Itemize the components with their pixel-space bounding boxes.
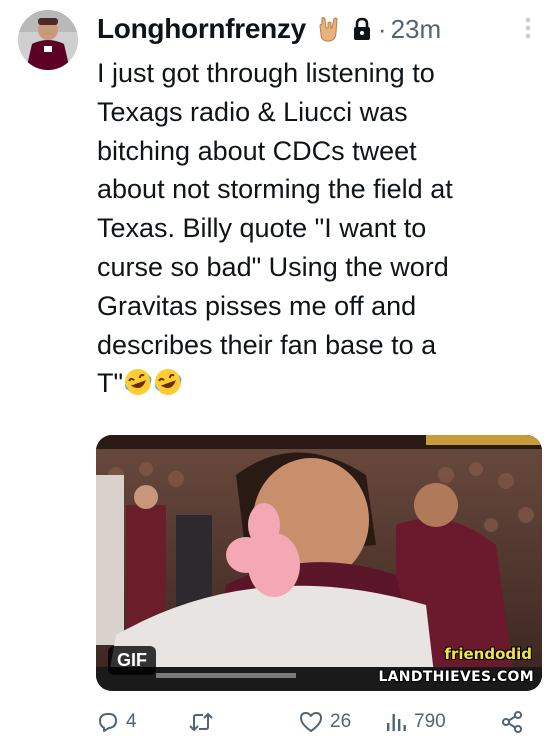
reply-button[interactable]: 4 (96, 706, 137, 738)
avatar-image (18, 10, 78, 70)
tweet-body: I just got through listening to Texags r… (97, 58, 453, 399)
watermark-line2: LANDTHIEVES.COM (378, 669, 534, 685)
gif-media[interactable]: GIF friendodid LANDTHIEVES.COM (96, 435, 542, 691)
more-vertical-icon[interactable] (522, 14, 534, 42)
share-button[interactable] (500, 706, 524, 738)
rolling-laughing-emoji-icon (153, 367, 183, 397)
like-button[interactable]: 26 (298, 706, 351, 738)
views-icon (387, 714, 406, 731)
gif-badge: GIF (108, 646, 156, 675)
action-bar: 4 26 790 (96, 706, 536, 738)
heart-icon (300, 712, 322, 732)
views-count: 790 (414, 711, 446, 732)
watermark-line1: friendodid (444, 645, 532, 663)
horns-hand-emoji-icon (314, 14, 344, 44)
lock-icon (352, 17, 372, 41)
reply-icon (99, 713, 117, 732)
tweet-text: I just got through listening to Texags r… (97, 54, 545, 403)
separator-dot: · (377, 13, 387, 44)
timestamp[interactable]: 23m (391, 14, 442, 45)
tweet-header: Longhornfrenzy · 23m (97, 10, 441, 48)
retweet-icon (189, 712, 213, 732)
avatar[interactable] (18, 10, 78, 70)
retweet-button[interactable] (188, 706, 214, 738)
rolling-laughing-emoji-icon (123, 367, 153, 397)
share-icon (502, 711, 522, 733)
display-name[interactable]: Longhornfrenzy (97, 13, 306, 45)
like-count: 26 (330, 711, 352, 732)
views-button[interactable]: 790 (384, 706, 446, 738)
reply-count: 4 (126, 711, 137, 732)
